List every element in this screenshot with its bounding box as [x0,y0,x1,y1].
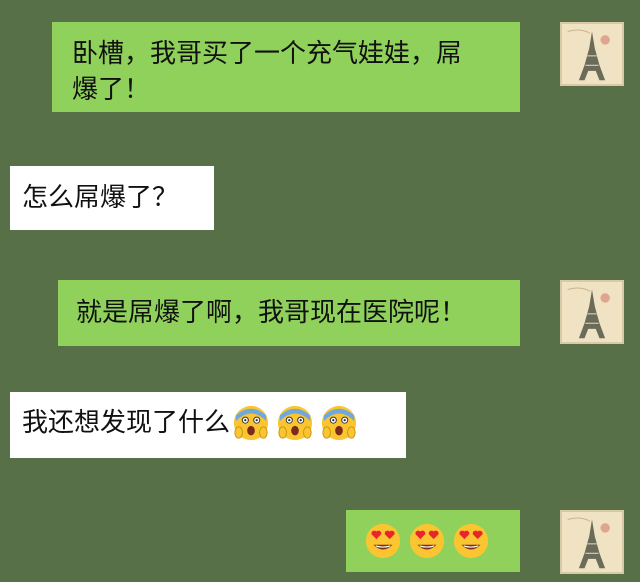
avatar[interactable] [560,280,624,344]
heart-eyes-emoji-icon [408,522,446,560]
incoming-message-bubble[interactable]: 我还想发现了什么 [10,392,406,458]
outgoing-message-bubble[interactable] [346,510,520,572]
message-text-line: 卧槽，我哥买了一个充气娃娃，屌 [72,39,463,69]
eiffel-tower-icon [562,24,622,84]
message-text: 我还想发现了什么 [22,408,231,438]
heart-eyes-emoji-icon [452,522,490,560]
avatar[interactable] [560,22,624,86]
incoming-message-bubble[interactable]: 怎么屌爆了？ [10,166,214,230]
message-content-row: 我还想发现了什么 [22,404,394,442]
message-text: 就是屌爆了啊，我哥现在医院呢！ [76,298,467,328]
heart-eyes-emoji-icon [364,522,402,560]
outgoing-message-bubble[interactable]: 就是屌爆了啊，我哥现在医院呢！ [58,280,520,346]
scream-emoji-icon [276,404,314,442]
emoji-row [364,522,502,560]
scream-emoji-icon [320,404,358,442]
scream-emoji-icon [232,404,270,442]
message-text: 怎么屌爆了？ [22,183,179,213]
outgoing-message-bubble[interactable]: 卧槽，我哥买了一个充气娃娃，屌 爆了！ [52,22,520,112]
message-text-line: 爆了！ [72,75,151,105]
avatar[interactable] [560,510,624,574]
eiffel-tower-icon [562,512,622,572]
eiffel-tower-icon [562,282,622,342]
